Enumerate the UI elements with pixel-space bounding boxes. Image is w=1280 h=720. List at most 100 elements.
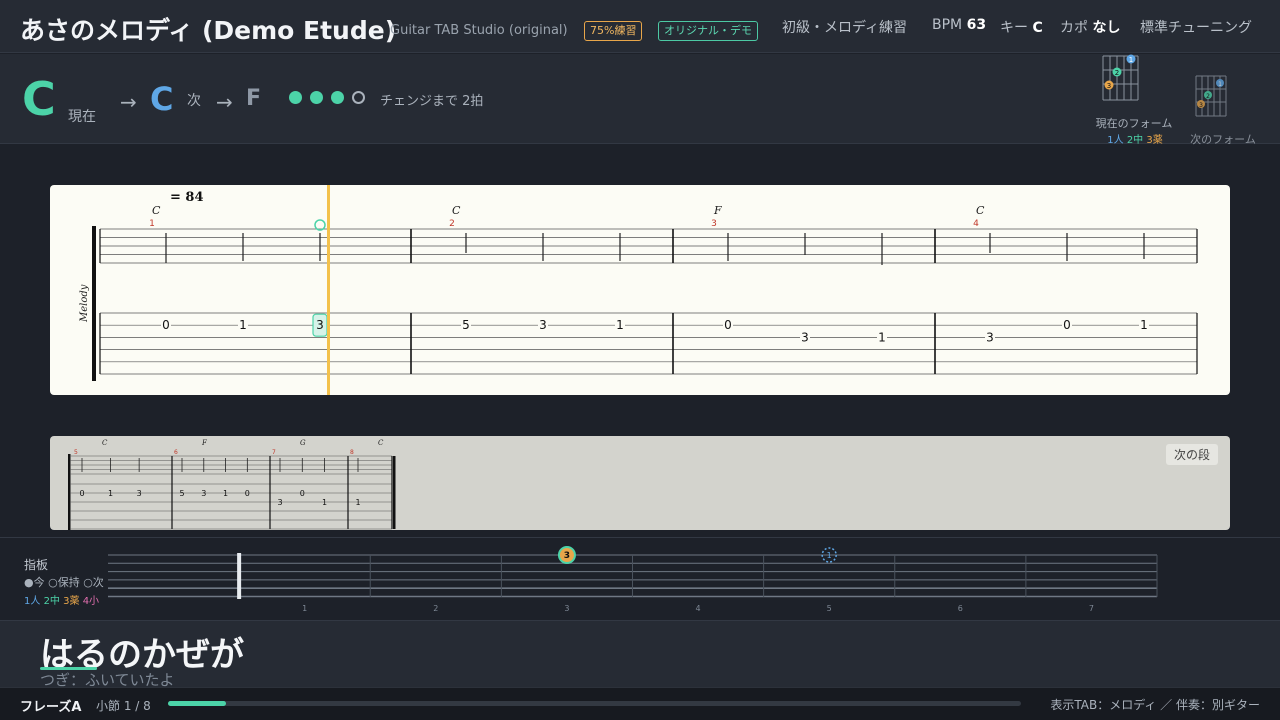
bpm-display[interactable]: BPM 63: [932, 17, 986, 33]
beat-dot: [331, 91, 344, 104]
tab-fret-number: 3: [277, 498, 282, 507]
key-display[interactable]: キー C: [1000, 17, 1043, 37]
fret-number: 5: [827, 604, 832, 613]
next-row-button[interactable]: 次の段: [1165, 444, 1218, 465]
svg-text:3: 3: [1199, 102, 1203, 109]
fretboard[interactable]: 1 2 3 4 5 6 7 3 1: [100, 546, 1170, 618]
chord-symbol: C: [378, 439, 384, 447]
fretboard-finger-legend: 1人 2中 3薬 4小: [24, 592, 99, 607]
fret-number: 6: [958, 604, 963, 613]
finger-legend: 1人 2中 3薬: [1100, 131, 1170, 146]
measure-number: 1: [149, 219, 155, 229]
measures: C 1 0 1 3 C 2 5 3 1 F 3 0 3 1 C 4 3 0 1: [149, 204, 1198, 374]
after-next-chord: F: [246, 86, 262, 111]
next-row-score: C 5 0 1 3 F 6 5 3 1 0 G 7 3 0 1 C 8 1: [68, 439, 396, 530]
fret-number: 2: [433, 604, 438, 613]
tab-fret-number[interactable]: 3: [316, 318, 324, 332]
bar-counter: 小節 1 / 8: [96, 699, 151, 713]
beat-dot: [352, 91, 365, 104]
finger-3-label: 3薬: [63, 596, 80, 607]
tab-fret-number[interactable]: 3: [986, 330, 994, 344]
next-row-preview[interactable]: C 5 0 1 3 F 6 5 3 1 0 G 7 3 0 1 C 8 1 次の段: [50, 436, 1230, 530]
finger-legend-2: 2中: [1126, 135, 1144, 146]
tempo-marking: = 84: [170, 190, 204, 205]
tab-fret-number: 1: [322, 498, 327, 507]
header-bar: あさのメロディ (Demo Etude) Guitar TAB Studio (…: [0, 0, 1280, 53]
next-chord-label: 次: [187, 93, 201, 109]
svg-text:3: 3: [1107, 82, 1111, 90]
app-subtitle: Guitar TAB Studio (original): [390, 23, 568, 38]
bpm-value: 63: [966, 17, 987, 33]
tab-fret-number[interactable]: 5: [462, 318, 470, 332]
tab-fret-number[interactable]: 3: [539, 318, 547, 332]
measure-number: 2: [449, 219, 455, 229]
chord-symbol: C: [452, 204, 461, 217]
current-chord-label: 現在: [68, 109, 96, 125]
next-chord: C: [150, 80, 174, 118]
svg-text:2: 2: [1115, 69, 1119, 77]
tab-fret-number[interactable]: 0: [724, 318, 732, 332]
next-note-finger: 1: [827, 551, 832, 560]
svg-text:1: 1: [1129, 56, 1133, 64]
nut: [237, 553, 242, 599]
song-title: あさのメロディ (Demo Etude): [20, 16, 397, 45]
beat-dot: [310, 91, 323, 104]
footer-bar: フレーズA 小節 1 / 8 表示TAB：メロディ ／ 伴奏：別ギター: [0, 687, 1280, 720]
fret-number: 1: [302, 604, 307, 613]
chord-symbol: F: [201, 439, 208, 447]
tab-lines: [99, 312, 1197, 375]
tab-score-panel[interactable]: = 84 Melody C 1 0 1 3 C 2 5 3 1 F 3 0 3 1 C 4 3 0 1: [50, 185, 1230, 395]
chord-symbol: G: [300, 439, 306, 447]
tab-fret-number: 0: [245, 489, 250, 498]
tab-fret-number: 0: [300, 489, 305, 498]
tab-fret-number: 0: [79, 489, 84, 498]
tab-fret-number: 1: [355, 498, 360, 507]
tab-fret-number: 5: [179, 489, 184, 498]
fret-number: 3: [564, 604, 569, 613]
tab-fret-number[interactable]: 0: [162, 318, 170, 332]
svg-text:2: 2: [1206, 93, 1210, 100]
next-lyric: つぎ：ふいていたよ: [40, 671, 175, 687]
tab-fret-number[interactable]: 1: [1140, 318, 1148, 332]
capo-value: なし: [1092, 20, 1121, 36]
arrow-icon: →: [216, 90, 233, 114]
tab-fret-number[interactable]: 0: [1063, 318, 1071, 332]
finger-1-label: 1人: [24, 596, 41, 607]
key-value: C: [1032, 20, 1043, 36]
tab-fret-number: 1: [108, 489, 113, 498]
chord-status-bar: C 現在 → C 次 → F チェンジまで 2拍 1 2 3 現在のフォーム 1…: [0, 54, 1280, 146]
song-progress[interactable]: [168, 701, 1021, 706]
tab-fret-number[interactable]: 3: [801, 330, 809, 344]
display-info: 表示TAB：メロディ ／ 伴奏：別ギター: [1050, 698, 1260, 712]
current-form-label: 現在のフォーム: [1095, 117, 1173, 130]
tab-fret-number[interactable]: 1: [616, 318, 624, 332]
current-note-finger: 3: [564, 551, 570, 561]
next-form-diagram: 1 2 3: [1195, 75, 1227, 117]
tab-fret-number[interactable]: 1: [878, 330, 886, 344]
tab-fret-number[interactable]: 1: [239, 318, 247, 332]
system-bracket: [68, 454, 71, 530]
svg-text:1: 1: [1218, 81, 1222, 88]
tuning-label[interactable]: 標準チューニング: [1140, 17, 1252, 37]
next-form-label: 次のフォーム: [1190, 133, 1256, 146]
practice-speed-badge[interactable]: 75%練習: [584, 21, 643, 41]
measure-number: 3: [711, 219, 717, 229]
fretboard-label: 指板: [24, 558, 49, 572]
system-bracket: [92, 226, 96, 381]
tab-fret-number: 3: [201, 489, 206, 498]
song-progress-fill: [168, 701, 226, 706]
measure-number: 6: [174, 449, 178, 456]
capo-display[interactable]: カポ なし: [1060, 17, 1120, 37]
finger-2-label: 2中: [43, 596, 60, 607]
playhead[interactable]: [327, 185, 330, 395]
chord-symbol: C: [976, 204, 985, 217]
finger-legend-1: 1人: [1107, 135, 1124, 146]
current-chord: C: [22, 72, 56, 126]
tab-score[interactable]: = 84 Melody C 1 0 1 3 C 2 5 3 1 F 3 0 3 1 C 4 3 0 1: [50, 185, 1230, 395]
demo-badge: オリジナル・デモ: [658, 21, 758, 41]
measure-number: 4: [973, 219, 979, 229]
fret-number: 7: [1089, 604, 1094, 613]
track-name: Melody: [79, 284, 90, 323]
fretboard-legend: ●今 ○保持 ○次: [24, 576, 104, 589]
key-label: キー: [1000, 20, 1028, 36]
